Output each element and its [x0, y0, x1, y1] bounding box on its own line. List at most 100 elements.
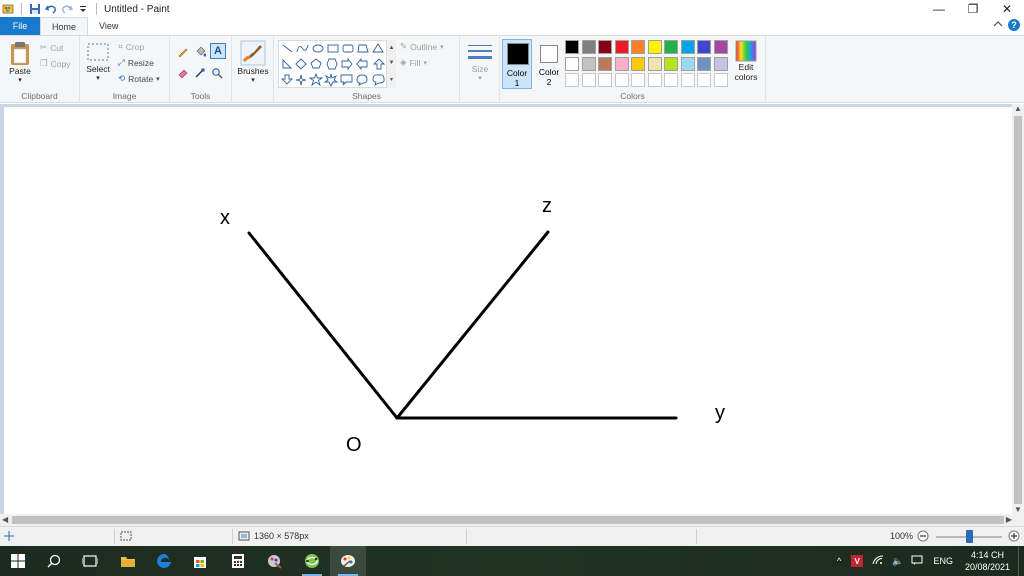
close-button[interactable]: ✕ — [990, 0, 1024, 18]
shapes-gallery-scroll[interactable]: ▲ ▼ ▾ — [386, 40, 396, 88]
select-button[interactable]: Select ▾ — [84, 42, 112, 82]
custom-color-slot[interactable] — [697, 73, 711, 87]
zoom-slider-thumb[interactable] — [965, 530, 973, 543]
resize-button[interactable]: ⤢ Resize — [118, 57, 154, 68]
palette-swatch[interactable] — [664, 40, 678, 54]
search-button[interactable] — [36, 546, 72, 576]
edit-colors-button[interactable]: Edit colors — [730, 40, 762, 82]
pencil-icon[interactable] — [176, 45, 190, 59]
save-icon[interactable] — [29, 3, 41, 15]
scroll-up-icon[interactable]: ▲ — [1014, 104, 1022, 113]
edge-button[interactable] — [146, 546, 182, 576]
palette-swatch[interactable] — [581, 40, 596, 54]
palette-swatch[interactable] — [565, 56, 579, 71]
input-language[interactable]: ENG — [933, 556, 953, 566]
scroll-right-icon[interactable]: ▶ — [1006, 515, 1012, 524]
rotate-icon: ⟲ — [118, 73, 126, 83]
custom-color-slot[interactable] — [581, 73, 596, 87]
palette-swatch[interactable] — [614, 56, 629, 71]
scroll-down-icon[interactable]: ▼ — [1014, 505, 1022, 514]
show-hidden-icons-icon[interactable]: ^ — [837, 556, 841, 566]
magnifier-icon[interactable] — [210, 66, 224, 80]
color-picker-icon[interactable] — [193, 66, 207, 80]
file-explorer-button[interactable] — [110, 546, 146, 576]
brushes-button[interactable]: Brushes ▾ — [235, 40, 271, 84]
redo-icon[interactable] — [61, 3, 73, 15]
app-button[interactable] — [256, 546, 292, 576]
custom-color-slot[interactable] — [631, 73, 645, 87]
brushes-label: Brushes — [237, 66, 269, 76]
image-size-readout: 1360 × 578px — [238, 531, 309, 541]
clock[interactable]: 4:14 CH 20/08/2021 — [965, 549, 1010, 573]
scroll-left-icon[interactable]: ◀ — [2, 515, 8, 524]
zoom-out-button[interactable] — [917, 530, 929, 542]
custom-color-slot[interactable] — [713, 73, 728, 87]
calculator-button[interactable] — [220, 546, 256, 576]
palette-swatch[interactable] — [598, 40, 612, 54]
antivirus-icon[interactable]: V — [851, 555, 864, 567]
custom-color-slot[interactable] — [680, 73, 695, 87]
tab-file[interactable]: File — [0, 17, 40, 35]
palette-swatch[interactable] — [598, 56, 612, 71]
custom-color-slot[interactable] — [614, 73, 629, 87]
horizontal-scroll-thumb[interactable] — [12, 516, 1004, 524]
palette-swatch[interactable] — [565, 40, 579, 54]
notification-message-icon[interactable] — [911, 555, 923, 567]
shapes-gallery[interactable] — [278, 40, 396, 88]
paint-taskbar-button[interactable] — [330, 546, 366, 576]
palette-swatch[interactable] — [631, 40, 645, 54]
palette-swatch[interactable] — [680, 56, 695, 71]
vertical-scrollbar[interactable]: ▲ ▼ — [1012, 104, 1024, 514]
custom-color-slot[interactable] — [598, 73, 612, 87]
start-button[interactable] — [0, 546, 36, 576]
rotate-button[interactable]: ⟲ Rotate ▾ — [118, 73, 160, 84]
status-bar: 1360 × 578px 100% — [0, 526, 1024, 546]
color2-button[interactable]: Color 2 — [534, 39, 564, 89]
size-button[interactable]: Size ▾ — [464, 42, 496, 82]
eraser-icon[interactable] — [176, 66, 190, 80]
vertical-scroll-thumb[interactable] — [1014, 116, 1022, 504]
help-icon[interactable]: ? — [1008, 19, 1020, 31]
zoom-in-button[interactable] — [1008, 530, 1020, 542]
fill-icon: ◈ — [400, 57, 407, 67]
text-tool-icon[interactable]: A — [210, 43, 226, 59]
palette-swatch[interactable] — [664, 56, 678, 71]
geogebra-button[interactable] — [294, 546, 330, 576]
fill-button[interactable]: ◈ Fill ▾ — [400, 57, 427, 68]
crop-button[interactable]: ⌗ Crop — [118, 41, 144, 52]
undo-icon[interactable] — [45, 3, 57, 15]
copy-button[interactable]: ❐ Copy — [40, 58, 70, 69]
collapse-ribbon-icon[interactable] — [993, 20, 1003, 30]
fill-bucket-icon[interactable] — [193, 45, 207, 59]
palette-swatch[interactable] — [631, 56, 645, 71]
tab-home[interactable]: Home — [40, 17, 89, 35]
customize-qat-icon[interactable] — [77, 3, 89, 15]
restore-button[interactable]: ❐ — [956, 0, 990, 18]
palette-swatch[interactable] — [647, 40, 662, 54]
palette-swatch[interactable] — [581, 56, 596, 71]
minimize-button[interactable]: — — [922, 0, 956, 18]
palette-swatch[interactable] — [697, 40, 711, 54]
drawing-canvas[interactable]: x z O y — [4, 107, 1012, 514]
wifi-icon[interactable] — [872, 555, 884, 567]
color1-button[interactable]: Color 1 — [502, 39, 532, 89]
paste-button[interactable]: Paste ▾ — [6, 40, 34, 84]
store-button[interactable] — [182, 546, 218, 576]
palette-swatch[interactable] — [614, 40, 629, 54]
palette-swatch[interactable] — [713, 40, 728, 54]
show-desktop-button[interactable] — [1018, 546, 1024, 576]
tab-view[interactable]: View — [88, 17, 129, 35]
custom-color-slot[interactable] — [664, 73, 678, 87]
palette-swatch[interactable] — [680, 40, 695, 54]
palette-swatch[interactable] — [713, 56, 728, 71]
outline-button[interactable]: ✎ Outline ▾ — [400, 41, 444, 52]
paint-app-icon[interactable] — [2, 3, 14, 15]
volume-icon[interactable]: 🔈 — [892, 556, 903, 567]
palette-swatch[interactable] — [697, 56, 711, 71]
custom-color-slot[interactable] — [565, 73, 579, 87]
task-view-button[interactable] — [72, 546, 108, 576]
custom-color-slot[interactable] — [647, 73, 662, 87]
cut-button[interactable]: ✂ Cut — [40, 42, 63, 53]
palette-swatch[interactable] — [647, 56, 662, 71]
horizontal-scrollbar[interactable]: ◀ ▶ — [0, 514, 1024, 526]
